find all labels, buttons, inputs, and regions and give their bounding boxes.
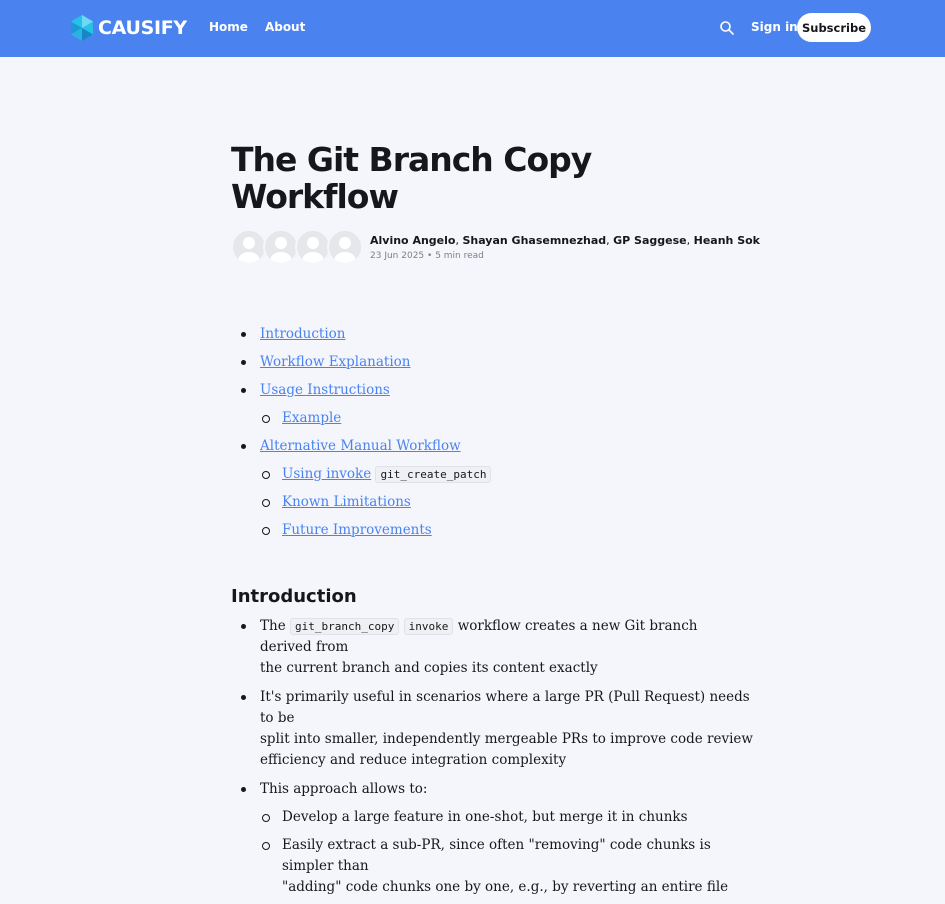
list-item: Easily extract a sub-PR, since often "re…: [231, 835, 729, 898]
list-line: Develop a large feature in one-shot, but…: [282, 809, 688, 825]
author-list: Alvino Angelo, Shayan Ghasemnezhad, GP S…: [370, 234, 760, 247]
brand-name: CAUSIFY: [98, 17, 187, 39]
list-line: "adding" code chunks one by one, e.g., b…: [282, 879, 729, 895]
toc-link-introduction[interactable]: Introduction: [260, 326, 346, 342]
top-navbar: CAUSIFY Home About Sign in Subscribe: [0, 0, 945, 57]
text-span: The: [260, 618, 286, 634]
toc-item: Workflow Explanation: [231, 348, 691, 376]
list-line: This approach allows to:: [260, 781, 428, 797]
table-of-contents: Introduction Workflow Explanation Usage …: [231, 320, 691, 544]
toc-item: Known Limitations: [231, 488, 691, 516]
section-heading-introduction: Introduction: [231, 586, 357, 607]
list-line: derived from: [260, 639, 349, 655]
inline-code: git_branch_copy: [290, 618, 400, 635]
list-line: efficiency and reduce integration comple…: [260, 752, 567, 768]
toc-item: Usage Instructions: [231, 376, 691, 404]
list-line: The git_branch_copy invoke workflow crea…: [260, 616, 697, 637]
post-date: 23 Jun 2025: [370, 251, 425, 261]
author-avatars: [231, 229, 365, 265]
toc-link-usage-instructions[interactable]: Usage Instructions: [260, 382, 390, 398]
list-line: split into smaller, independently mergea…: [260, 731, 753, 747]
user-avatar-icon: [265, 231, 297, 263]
list-line: the current branch and copies its conten…: [260, 660, 598, 676]
avatar[interactable]: [231, 229, 267, 265]
avatar[interactable]: [295, 229, 331, 265]
author-link[interactable]: Heanh Sok: [694, 234, 760, 247]
causify-logo-icon: [71, 15, 93, 41]
toc-item: Alternative Manual Workflow: [231, 432, 691, 460]
user-avatar-icon: [329, 231, 361, 263]
toc-link-example[interactable]: Example: [282, 410, 341, 426]
toc-item: Future Improvements: [231, 516, 691, 544]
subscribe-button[interactable]: Subscribe: [797, 13, 871, 42]
read-time: 5 min read: [435, 251, 484, 261]
list-line: It's primarily useful in scenarios where…: [260, 689, 750, 705]
user-avatar-icon: [297, 231, 329, 263]
toc-item: Introduction: [231, 320, 691, 348]
toc-link-workflow-explanation[interactable]: Workflow Explanation: [260, 354, 410, 370]
toc-item: Using invoke git_create_patch: [231, 460, 691, 488]
user-avatar-icon: [233, 231, 265, 263]
list-item: Develop a large feature in one-shot, but…: [231, 807, 691, 828]
brand-logo[interactable]: CAUSIFY: [70, 14, 187, 42]
toc-link-alternative-manual-workflow[interactable]: Alternative Manual Workflow: [260, 438, 461, 454]
avatar[interactable]: [263, 229, 299, 265]
avatar[interactable]: [327, 229, 363, 265]
toc-link-using-invoke[interactable]: Using invoke: [282, 466, 371, 482]
search-icon[interactable]: [719, 20, 735, 36]
toc-link-known-limitations[interactable]: Known Limitations: [282, 494, 411, 510]
main-nav: Home About: [209, 20, 305, 34]
post-meta: 23 Jun 2025 • 5 min read: [370, 251, 484, 261]
list-line: simpler than: [282, 858, 369, 874]
nav-home-link[interactable]: Home: [209, 20, 248, 34]
list-item: The git_branch_copy invoke workflow crea…: [231, 616, 697, 679]
author-link[interactable]: Shayan Ghasemnezhad: [462, 234, 606, 247]
nav-about-link[interactable]: About: [265, 20, 305, 34]
list-item: It's primarily useful in scenarios where…: [231, 687, 753, 771]
inline-code: git_create_patch: [375, 466, 492, 483]
list-item: This approach allows to:: [231, 779, 691, 800]
list-line: to be: [260, 710, 295, 726]
toc-item: Example: [231, 404, 691, 432]
list-line: Easily extract a sub-PR, since often "re…: [282, 837, 711, 853]
inline-code: invoke: [403, 618, 454, 635]
author-link[interactable]: GP Saggese: [613, 234, 686, 247]
meta-separator: •: [427, 251, 436, 261]
author-link[interactable]: Alvino Angelo: [370, 234, 455, 247]
article-title: The Git Branch Copy Workflow: [231, 140, 592, 216]
toc-link-future-improvements[interactable]: Future Improvements: [282, 522, 432, 538]
signin-link[interactable]: Sign in: [751, 20, 798, 34]
text-span: workflow creates a new Git branch: [457, 618, 698, 634]
